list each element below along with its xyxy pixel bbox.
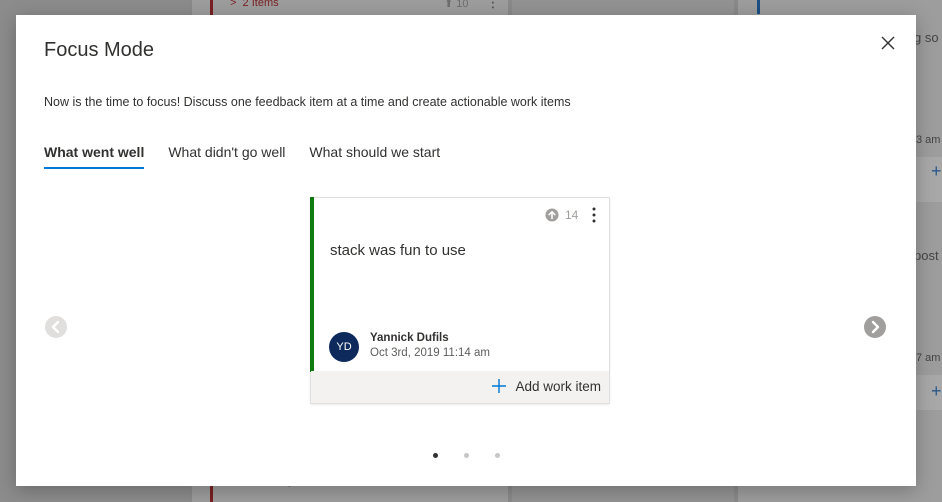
close-button[interactable]: [878, 33, 898, 53]
carousel-dot[interactable]: [495, 453, 500, 458]
next-button[interactable]: [863, 315, 887, 339]
tab-what-didnt-go-well[interactable]: What didn't go well: [168, 144, 285, 169]
card-accent-bar: [310, 197, 314, 372]
carousel-indicators: [433, 453, 500, 458]
avatar: YD: [329, 332, 359, 362]
background-more-icon: ⋮: [486, 0, 500, 10]
close-icon: [881, 36, 895, 50]
created-date: Oct 3rd, 2019 11:14 am: [370, 347, 490, 359]
vote-count: 14: [565, 208, 579, 222]
background-text: post: [914, 248, 939, 263]
background-text: 3 am: [916, 134, 941, 146]
plus-icon: [492, 379, 507, 393]
background-group-count: > 2 Items: [230, 0, 279, 9]
tab-what-went-well[interactable]: What went well: [44, 144, 145, 169]
feedback-card: 14 stack was fun to use YD Yannick Dufil…: [310, 197, 610, 404]
previous-button[interactable]: [44, 315, 68, 339]
background-group-accent: [210, 0, 213, 16]
chevron-left-circle-icon: [45, 316, 67, 338]
background-vote-count: ⬆ 10: [444, 0, 469, 10]
more-options-button[interactable]: [587, 206, 601, 224]
more-vertical-icon: [592, 207, 596, 223]
carousel-dot[interactable]: [433, 453, 438, 458]
background-plus-icon: +: [931, 161, 942, 181]
dialog-subtitle: Now is the time to focus! Discuss one fe…: [44, 95, 571, 109]
background-card-accent: [757, 0, 760, 14]
arrow-up-circle-icon: [545, 208, 559, 222]
tab-list: What went well What didn't go well What …: [44, 144, 440, 169]
feedback-text: stack was fun to use: [330, 242, 466, 259]
add-work-item-button[interactable]: Add work item: [491, 378, 601, 394]
background-plus-icon: +: [931, 381, 942, 401]
author-name: Yannick Dufils: [370, 332, 449, 344]
background-text: 7 am: [916, 352, 941, 364]
background-group-accent: [210, 486, 213, 502]
dialog-title: Focus Mode: [44, 39, 155, 61]
tab-what-should-we-start[interactable]: What should we start: [309, 144, 440, 169]
upvote-button[interactable]: 14: [545, 208, 578, 222]
add-work-item-label: Add work item: [515, 378, 601, 394]
focus-mode-dialog: Focus Mode Now is the time to focus! Dis…: [16, 15, 916, 486]
carousel-dot[interactable]: [464, 453, 469, 458]
chevron-right-circle-icon: [864, 316, 886, 338]
card-footer: Add work item: [311, 371, 609, 403]
background-text: g so: [914, 30, 939, 45]
